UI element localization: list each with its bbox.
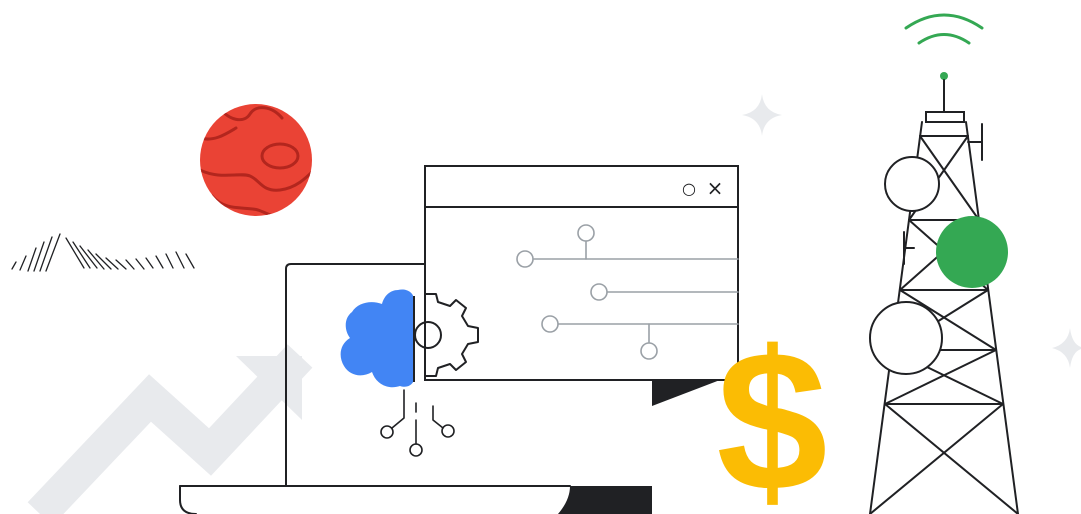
circuit-pins-icon (380, 389, 455, 457)
window-minimize-icon[interactable]: ○ (682, 179, 696, 198)
sparkle-icon (1052, 328, 1081, 368)
sparkle-icon (742, 94, 782, 136)
illustration-canvas: ○ × $ (11, 13, 1081, 514)
antenna-dish (884, 156, 940, 212)
trend-up-arrow-icon (27, 344, 313, 514)
antenna-dish-active (936, 216, 1008, 288)
wifi-signal-icon (904, 13, 984, 80)
dollar-sign-icon: $ (716, 310, 827, 514)
planet-icon (200, 104, 312, 216)
antenna-dish (869, 301, 943, 375)
window-close-icon[interactable]: × (707, 176, 724, 200)
hatch-lines-decoration (11, 233, 195, 272)
cell-tower-icon (869, 13, 1019, 514)
browser-window-icon: ○ × (424, 165, 739, 381)
cloud-icon (340, 289, 415, 388)
